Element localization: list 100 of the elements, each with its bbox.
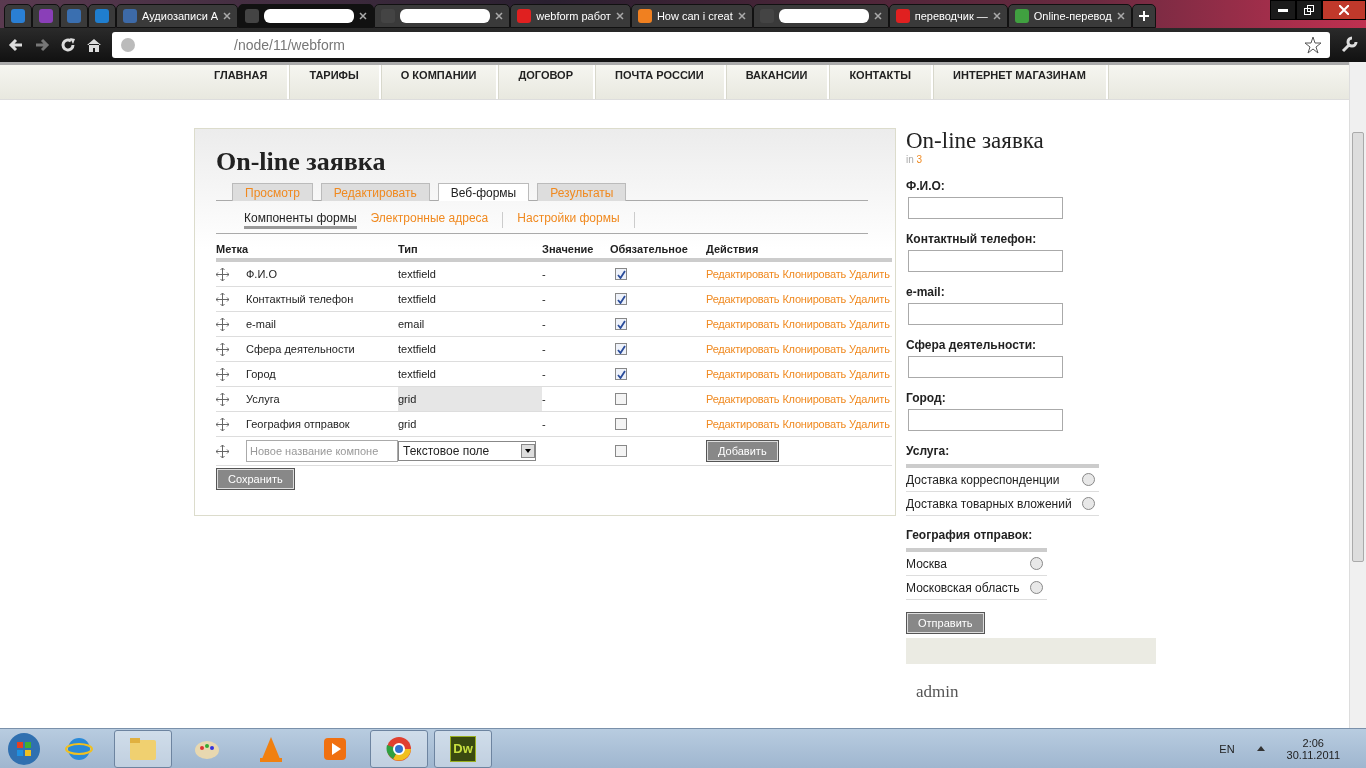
action-link[interactable]: Удалить [849, 368, 890, 380]
browser-tab[interactable]: Аудиозаписи А [116, 4, 239, 28]
drag-handle-icon[interactable] [216, 444, 229, 458]
close-icon[interactable] [495, 12, 504, 20]
tab[interactable]: Просмотр [232, 183, 313, 201]
browser-tab[interactable]: Online-перевод [1007, 4, 1132, 28]
checkbox[interactable] [615, 343, 627, 355]
tab[interactable]: Веб-формы [437, 183, 530, 201]
browser-tab[interactable]: переводчик — [888, 4, 1008, 28]
checkbox[interactable] [615, 268, 627, 280]
input-field[interactable] [908, 356, 1063, 378]
subtab[interactable]: Настройки формы [517, 211, 620, 229]
browser-tab[interactable]: How can i creat [630, 4, 753, 28]
scrollbar[interactable] [1349, 62, 1366, 728]
language-indicator[interactable]: EN [1219, 742, 1235, 755]
action-link[interactable]: Редактировать [706, 393, 780, 405]
nav-link[interactable]: ИНТЕРНЕТ МАГАЗИНАМ [933, 65, 1108, 99]
action-link[interactable]: Редактировать [706, 268, 780, 280]
star-icon[interactable] [1304, 36, 1322, 54]
action-link[interactable]: Редактировать [706, 318, 780, 330]
nav-link[interactable]: ТАРИФЫ [289, 65, 381, 99]
action-link[interactable]: Клонировать [782, 268, 847, 280]
drag-handle-icon[interactable] [216, 417, 229, 431]
new-tab-button[interactable] [1131, 4, 1156, 28]
action-link[interactable]: Удалить [849, 293, 890, 305]
browser-tab[interactable]: webform работ [510, 4, 631, 28]
close-icon[interactable] [223, 12, 232, 20]
clock[interactable]: 2:06 30.11.2011 [1286, 736, 1340, 761]
browser-tab[interactable] [752, 4, 889, 28]
close-icon[interactable] [737, 12, 746, 20]
nav-link[interactable]: О КОМПАНИИ [380, 65, 499, 99]
home-icon[interactable] [86, 37, 102, 53]
checkbox[interactable] [615, 393, 627, 405]
close-icon[interactable] [992, 12, 1001, 20]
action-link[interactable]: Удалить [849, 343, 890, 355]
close-icon[interactable] [359, 12, 368, 20]
drag-handle-icon[interactable] [216, 317, 229, 331]
action-link[interactable]: Клонировать [782, 318, 847, 330]
close-icon[interactable] [615, 12, 624, 20]
nav-link[interactable]: ПОЧТА РОССИИ [595, 65, 726, 99]
nav-link[interactable]: КОНТАКТЫ [829, 65, 934, 99]
wrench-icon[interactable] [1340, 36, 1358, 54]
radio-button[interactable] [1082, 497, 1095, 510]
input-field[interactable] [908, 250, 1063, 272]
restore-button[interactable] [1296, 0, 1322, 20]
close-window-button[interactable] [1322, 0, 1366, 20]
subtab[interactable]: Электронные адреса [370, 211, 489, 229]
forward-icon[interactable] [34, 37, 50, 53]
submit-button[interactable]: Отправить [906, 612, 985, 634]
component-name-field[interactable]: Новое название компоне [246, 440, 398, 462]
action-link[interactable]: Клонировать [782, 418, 847, 430]
nav-link[interactable]: ВАКАНСИИ [725, 65, 830, 99]
action-link[interactable]: Редактировать [706, 343, 780, 355]
drag-handle-icon[interactable] [216, 342, 229, 356]
input-field[interactable] [908, 197, 1063, 219]
input-field[interactable] [908, 409, 1063, 431]
radio-button[interactable] [1030, 581, 1043, 594]
action-link[interactable]: Клонировать [782, 293, 847, 305]
drag-handle-icon[interactable] [216, 267, 229, 281]
browser-tab[interactable] [374, 4, 511, 28]
action-link[interactable]: Удалить [849, 418, 890, 430]
close-icon[interactable] [1116, 12, 1125, 20]
action-link[interactable]: Удалить [849, 318, 890, 330]
action-link[interactable]: Клонировать [782, 343, 847, 355]
reload-icon[interactable] [60, 37, 76, 53]
taskbar-app[interactable] [370, 729, 428, 768]
back-icon[interactable] [8, 37, 24, 53]
action-link[interactable]: Редактировать [706, 293, 780, 305]
action-link[interactable]: Удалить [849, 393, 890, 405]
radio-button[interactable] [1030, 557, 1043, 570]
action-link[interactable]: Удалить [849, 268, 890, 280]
browser-tab[interactable] [238, 4, 375, 28]
minimize-button[interactable] [1270, 0, 1296, 20]
caret-icon[interactable] [1256, 746, 1265, 751]
action-link[interactable]: Редактировать [706, 418, 780, 430]
input-field[interactable] [908, 303, 1063, 325]
radio-button[interactable] [1082, 473, 1095, 486]
close-icon[interactable] [873, 12, 882, 20]
meta-link[interactable]: 3 [916, 154, 923, 165]
drag-handle-icon[interactable] [216, 292, 229, 306]
taskbar-app[interactable] [114, 729, 172, 768]
subtab[interactable]: Компоненты формы [244, 211, 357, 229]
drag-handle-icon[interactable] [216, 367, 229, 381]
type-select[interactable]: Текстовое поле [398, 441, 536, 461]
tab[interactable]: Редактировать [320, 183, 430, 201]
checkbox[interactable] [615, 293, 627, 305]
add-button[interactable]: Добавить [706, 440, 779, 462]
save-button[interactable]: Сохранить [216, 468, 295, 490]
action-link[interactable]: Клонировать [782, 393, 847, 405]
checkbox[interactable] [615, 318, 627, 330]
address-bar[interactable]: /node/11/webform [112, 32, 1330, 58]
nav-link[interactable]: ДОГОВОР [498, 65, 595, 99]
checkbox[interactable] [615, 368, 627, 380]
drag-handle-icon[interactable] [216, 392, 229, 406]
tab[interactable]: Результаты [537, 183, 627, 201]
taskbar-app[interactable]: Dw [434, 729, 492, 768]
checkbox[interactable] [615, 445, 627, 457]
checkbox[interactable] [615, 418, 627, 430]
action-link[interactable]: Клонировать [782, 368, 847, 380]
nav-link[interactable]: ГЛАВНАЯ [194, 65, 290, 99]
